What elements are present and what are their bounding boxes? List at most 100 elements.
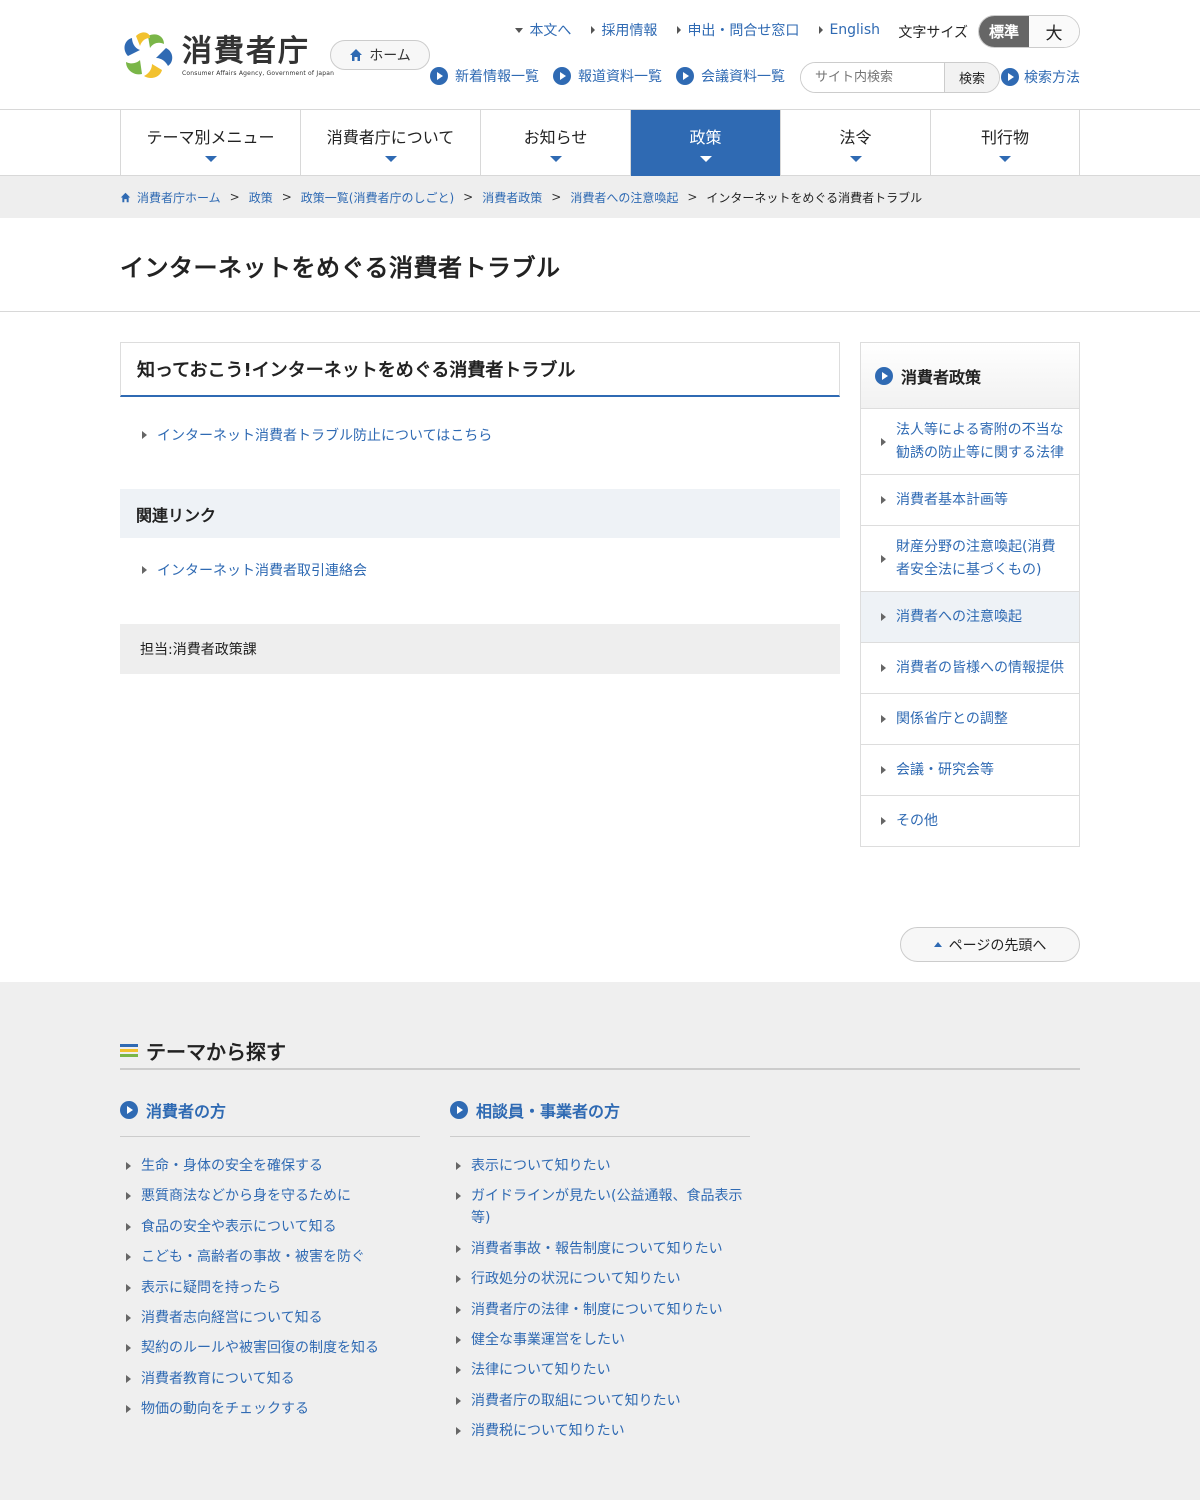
search-button[interactable]: 検索: [944, 63, 999, 92]
theme-list-item[interactable]: こども・高齢者の事故・被害を防ぐ: [120, 1246, 420, 1268]
site-logo[interactable]: 消費者庁 Consumer Affairs Agency, Government…: [120, 30, 334, 82]
sidebar-item-consumer-alerts[interactable]: 消費者への注意喚起: [861, 592, 1079, 643]
home-label: ホーム: [369, 48, 411, 64]
home-icon: [350, 49, 363, 61]
chevron-right-icon: [881, 613, 886, 621]
related-link[interactable]: インターネット消費者取引連絡会: [120, 560, 840, 580]
link-label: インターネット消費者トラブル防止についてはこちら: [157, 428, 493, 444]
font-size-control: 文字サイズ 標準 大: [898, 15, 1080, 48]
theme-item-label: 消費者志向経営について知る: [141, 1309, 323, 1326]
theme-item-label: 表示について知りたい: [471, 1158, 611, 1174]
theme-list-item[interactable]: 物価の動向をチェックする: [120, 1398, 420, 1420]
recruit-link[interactable]: 採用情報: [591, 20, 657, 40]
theme-business-heading[interactable]: 相談員・事業者の方: [450, 1098, 750, 1137]
sidebar-item-label: 消費者の皆様への情報提供: [896, 659, 1064, 676]
breadcrumb-separator: >: [281, 190, 292, 204]
site-search: 検索: [800, 62, 1000, 93]
theme-item-label: 契約のルールや被害回復の制度を知る: [141, 1340, 379, 1357]
arrow-circle-icon: [1001, 68, 1019, 86]
gnav-theme-menu[interactable]: テーマ別メニュー: [121, 110, 301, 176]
breadcrumb-alerts[interactable]: 消費者への注意喚起: [570, 189, 678, 206]
theme-list-item[interactable]: 消費者事故・報告制度について知りたい: [450, 1238, 750, 1260]
gnav-law[interactable]: 法令: [781, 110, 931, 176]
press-list-link[interactable]: 報道資料一覧: [553, 66, 662, 86]
chevron-right-icon: [126, 1192, 131, 1201]
chevron-right-icon: [142, 566, 147, 574]
sidebar-item-info[interactable]: 消費者の皆様への情報提供: [861, 643, 1079, 694]
theme-list-item[interactable]: 契約のルールや被害回復の制度を知る: [120, 1337, 420, 1359]
theme-list-item[interactable]: 悪質商法などから身を守るために: [120, 1185, 420, 1207]
page-top-label: ページの先頭へ: [948, 937, 1047, 954]
theme-list-item[interactable]: 食品の安全や表示について知る: [120, 1216, 420, 1238]
sidebar-item-label: 消費者基本計画等: [896, 491, 1008, 508]
theme-item-label: 消費者教育について知る: [141, 1370, 295, 1387]
agency-emblem-icon: [120, 30, 176, 82]
arrow-circle-icon: [875, 366, 893, 385]
chevron-right-icon: [126, 1283, 131, 1292]
theme-list-item[interactable]: 消費者教育について知る: [120, 1368, 420, 1390]
inquiry-link[interactable]: 申出・問合せ窓口: [677, 20, 799, 40]
chevron-down-icon: [849, 156, 862, 162]
theme-list-item[interactable]: 行政処分の状況について知りたい: [450, 1268, 750, 1290]
gnav-label: 政策: [689, 128, 722, 147]
sidebar-item-label: 会議・研究会等: [896, 761, 994, 778]
gnav-publications[interactable]: 刊行物: [931, 110, 1080, 176]
related-links-heading: 関連リンク: [120, 489, 840, 538]
theme-list-item[interactable]: 表示について知りたい: [450, 1155, 750, 1177]
sidebar-item-coordination[interactable]: 関係省庁との調整: [861, 694, 1079, 745]
font-size-large-button[interactable]: 大: [1029, 16, 1079, 47]
sidebar-item-property-alerts[interactable]: 財産分野の注意喚起(消費者安全法に基づくもの): [861, 526, 1079, 592]
stripes-icon: [120, 1043, 138, 1057]
util-label: 採用情報: [601, 23, 658, 39]
sidebar-item-donation-law[interactable]: 法人等による寄附の不当な勧誘の防止等に関する法律: [861, 409, 1079, 475]
gnav-about[interactable]: 消費者庁について: [301, 110, 481, 176]
breadcrumb-policy[interactable]: 政策: [249, 189, 273, 206]
font-size-standard-button[interactable]: 標準: [979, 16, 1029, 47]
theme-list-item[interactable]: 生命・身体の安全を確保する: [120, 1155, 420, 1177]
meeting-list-link[interactable]: 会議資料一覧: [676, 66, 785, 86]
quick-link-label: 会議資料一覧: [701, 69, 785, 85]
sidebar-item-basic-plan[interactable]: 消費者基本計画等: [861, 475, 1079, 526]
gnav-policy[interactable]: 政策: [631, 110, 781, 176]
skip-to-content-link[interactable]: 本文へ: [515, 20, 571, 40]
theme-consumer-heading[interactable]: 消費者の方: [120, 1098, 420, 1137]
chevron-up-icon: [933, 942, 942, 947]
breadcrumb-policy-list[interactable]: 政策一覧(消費者庁のしごと): [301, 189, 454, 206]
theme-list-item[interactable]: 消費税について知りたい: [450, 1420, 750, 1442]
page-top-button[interactable]: ページの先頭へ: [900, 927, 1080, 962]
theme-item-label: 消費税について知りたい: [471, 1423, 625, 1440]
arrow-circle-icon: [430, 67, 448, 85]
link-label: インターネット消費者取引連絡会: [157, 563, 367, 579]
english-link[interactable]: English: [819, 20, 880, 40]
page-title: インターネットをめぐる消費者トラブル: [120, 254, 561, 282]
search-help-link[interactable]: 検索方法: [1001, 67, 1080, 87]
news-list-link[interactable]: 新着情報一覧: [430, 66, 539, 86]
theme-list-item[interactable]: 表示に疑問を持ったら: [120, 1277, 420, 1299]
theme-list-item[interactable]: 法律について知りたい: [450, 1359, 750, 1381]
theme-item-label: 消費者庁の取組について知りたい: [471, 1392, 681, 1409]
breadcrumb-current: インターネットをめぐる消費者トラブル: [706, 190, 923, 205]
page-title-area: インターネットをめぐる消費者トラブル: [0, 218, 1200, 312]
contact-box: 担当:消費者政策課: [120, 624, 840, 674]
theme-heading-label: テーマから探す: [146, 1039, 286, 1064]
search-input[interactable]: [801, 63, 944, 92]
chevron-right-icon: [456, 1335, 461, 1344]
gnav-news[interactable]: お知らせ: [481, 110, 631, 176]
sidebar-item-other[interactable]: その他: [861, 796, 1079, 846]
sidebar-heading: 消費者政策: [861, 343, 1079, 409]
theme-list-item[interactable]: 消費者庁の取組について知りたい: [450, 1390, 750, 1412]
theme-list-item[interactable]: ガイドラインが見たい(公益通報、食品表示等): [450, 1185, 750, 1229]
sidebar-item-label: 関係省庁との調整: [896, 710, 1008, 727]
gnav-label: 法令: [839, 128, 872, 147]
theme-item-label: 生命・身体の安全を確保する: [141, 1158, 323, 1174]
trouble-prevention-link[interactable]: インターネット消費者トラブル防止についてはこちら: [120, 425, 840, 445]
home-button[interactable]: ホーム: [330, 40, 430, 70]
chevron-down-icon: [699, 156, 712, 162]
sidebar-item-meetings[interactable]: 会議・研究会等: [861, 745, 1079, 796]
theme-list-item[interactable]: 消費者志向経営について知る: [120, 1307, 420, 1329]
theme-list-item[interactable]: 消費者庁の法律・制度について知りたい: [450, 1299, 750, 1321]
breadcrumb-consumer-policy[interactable]: 消費者政策: [482, 189, 542, 206]
theme-item-label: 消費者庁の法律・制度について知りたい: [471, 1301, 723, 1318]
breadcrumb-home[interactable]: 消費者庁ホーム: [120, 189, 221, 206]
theme-list-item[interactable]: 健全な事業運営をしたい: [450, 1329, 750, 1351]
